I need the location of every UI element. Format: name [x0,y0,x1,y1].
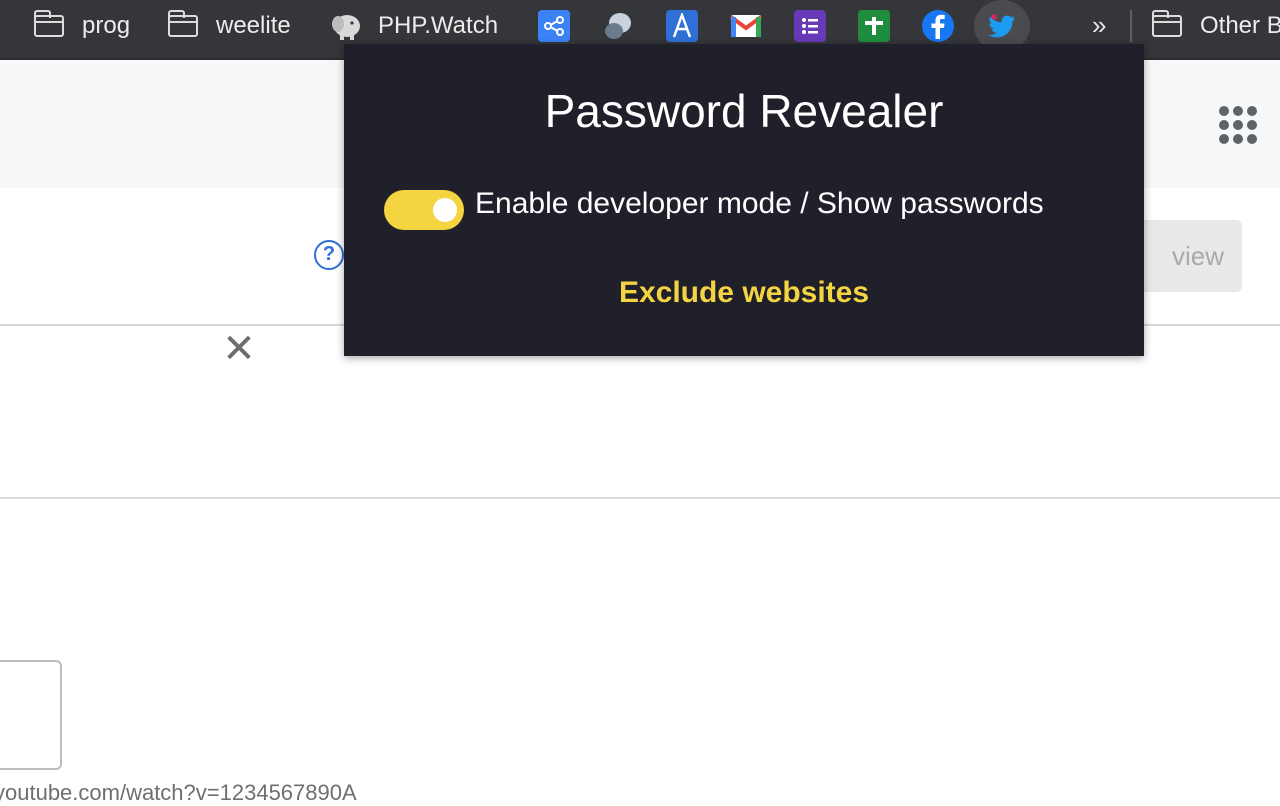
popup-title: Password Revealer [544,85,944,137]
developer-mode-toggle[interactable] [384,190,464,230]
close-icon[interactable]: ✕ [220,329,258,369]
divider [0,497,1280,499]
password-revealer-popup: Password Revealer Enable developer mode … [344,44,1144,356]
bookmark-label: Other B [1200,12,1280,39]
folder-icon [167,10,198,37]
font-a-icon[interactable] [666,10,698,42]
help-icon[interactable]: ? [314,240,344,270]
bookmark-label: weelite [216,12,291,39]
exclude-websites-link[interactable]: Exclude websites [344,276,1144,310]
bookmark-prog[interactable]: prog [33,0,131,52]
preview-button-label: view [1171,240,1224,271]
developer-mode-label: Enable developer mode / Show passwords [475,187,1044,220]
bookmark-other-bookmarks[interactable]: Other B [1151,0,1280,52]
folder-icon [1151,10,1182,37]
folder-icon [33,10,64,37]
chat-bubbles-icon[interactable] [602,10,634,42]
elephant-icon [330,12,364,40]
gmail-icon[interactable] [730,10,762,42]
bookmark-weelite[interactable]: weelite [167,0,291,52]
url-snippet: youtube.com/watch?v=1234567890A [0,780,357,805]
thumbnail-placeholder[interactable] [0,660,62,770]
bookmark-label: prog [82,12,131,39]
bookmark-label: PHP.Watch [378,12,499,39]
bookmarks-overflow-button[interactable]: » [1092,10,1106,40]
facebook-icon[interactable] [922,10,954,42]
apps-grid-icon[interactable] [1219,106,1257,144]
sheets-plus-icon[interactable] [858,10,890,42]
share-nodes-icon[interactable] [538,10,570,42]
toggle-knob [433,198,457,222]
bookmarks-divider [1130,10,1132,42]
forms-list-icon[interactable] [794,10,826,42]
